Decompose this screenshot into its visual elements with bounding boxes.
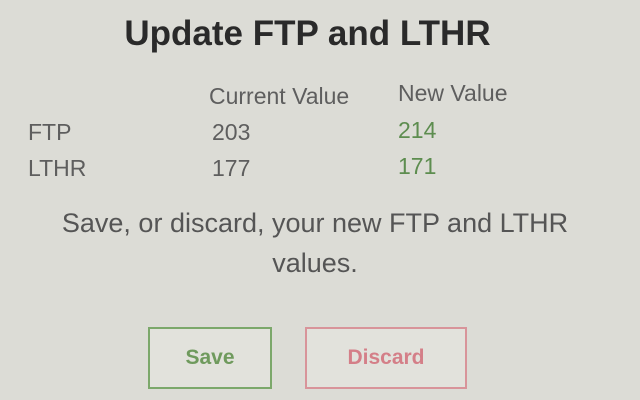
ftp-new-value: 214 — [398, 117, 437, 143]
discard-button[interactable]: Discard — [305, 327, 467, 389]
row-label-ftp: FTP — [28, 119, 72, 145]
dialog-message: Save, or discard, your new FTP and LTHR … — [61, 208, 569, 278]
save-button[interactable]: Save — [148, 327, 272, 389]
ftp-current-value: 203 — [212, 119, 251, 145]
row-label-lthr: LTHR — [28, 155, 87, 181]
column-header-current: Current Value — [209, 83, 350, 109]
lthr-current-value: 177 — [212, 155, 251, 181]
dialog-title: Update FTP and LTHR — [124, 14, 491, 53]
lthr-new-value: 171 — [398, 153, 437, 179]
column-header-new: New Value — [398, 80, 508, 106]
